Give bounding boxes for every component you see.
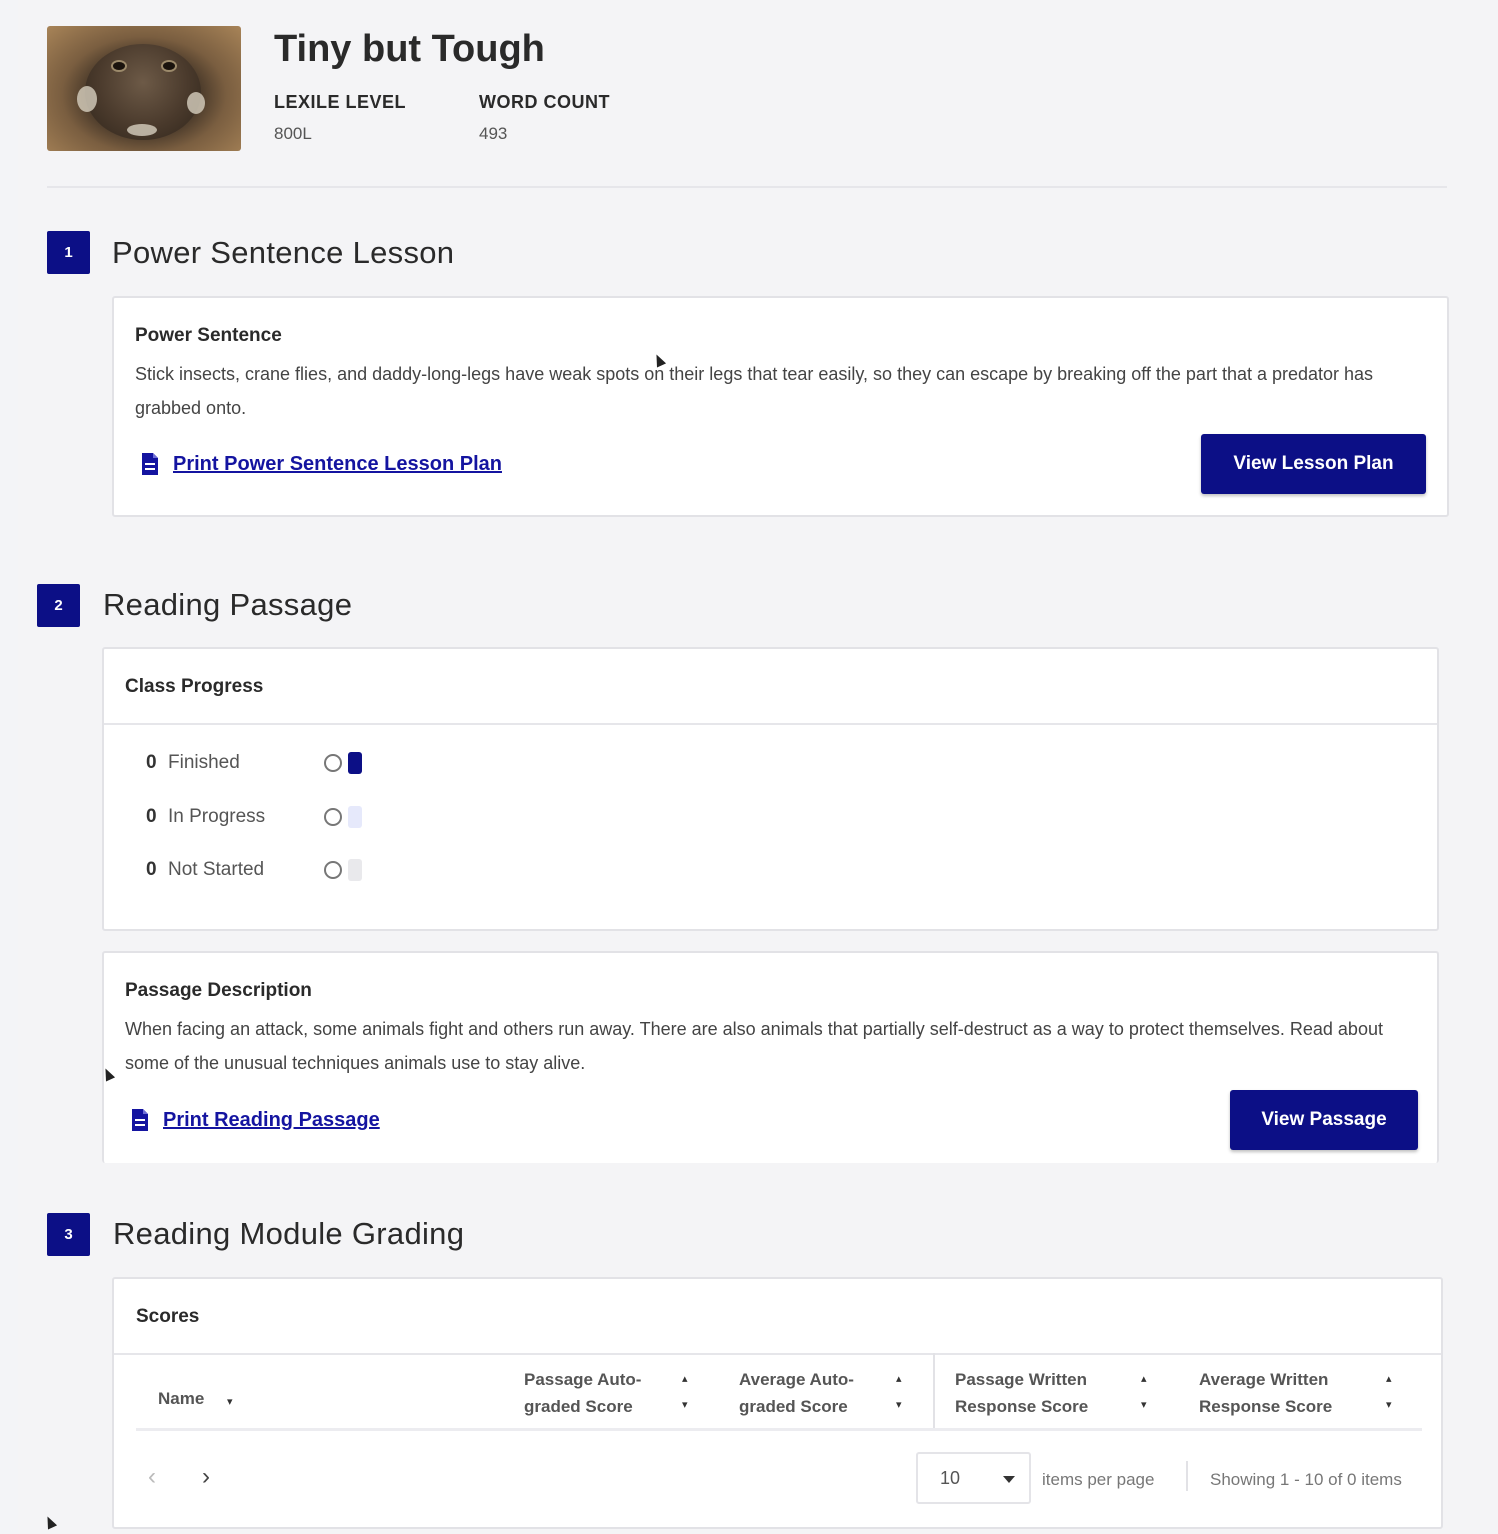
card-divider xyxy=(104,723,1437,725)
items-per-page-label: items per page xyxy=(1042,1470,1155,1489)
step-badge-3: 3 xyxy=(47,1213,90,1256)
header-divider xyxy=(47,186,1447,188)
col-header-label: Passage Written xyxy=(955,1370,1087,1389)
lexile-value: 800L xyxy=(274,124,312,143)
col-header-label: Average Written xyxy=(1199,1370,1329,1389)
power-sentence-card: Power Sentence Stick insects, crane flie… xyxy=(112,296,1449,517)
pager-summary: Showing 1 - 10 of 0 items xyxy=(1210,1470,1402,1489)
class-progress-heading: Class Progress xyxy=(125,676,264,697)
passage-description-card: Passage Description When facing an attac… xyxy=(102,951,1439,1163)
col-header-label: Response Score xyxy=(1199,1397,1333,1416)
scores-card: Scores Name ▾ Passage Auto- graded Score… xyxy=(112,1277,1443,1529)
passage-description-heading: Passage Description xyxy=(125,980,312,1001)
progress-label: Not Started xyxy=(168,859,265,880)
view-lesson-plan-button[interactable]: View Lesson Plan xyxy=(1201,434,1426,494)
print-reading-passage-link[interactable]: Print Reading Passage xyxy=(131,1108,380,1132)
sort-icon[interactable]: ▴ ▾ xyxy=(1141,1366,1147,1418)
word-count-value: 493 xyxy=(479,124,508,143)
col-header-name[interactable]: Name xyxy=(158,1385,204,1412)
progress-row-finished: 0 Finished xyxy=(146,752,362,774)
col-header-label: Response Score xyxy=(955,1397,1089,1416)
power-sentence-text: Stick insects, crane flies, and daddy-lo… xyxy=(135,364,1374,418)
col-header-average-written[interactable]: Average Written Response Score xyxy=(1199,1366,1332,1420)
frog-spot xyxy=(77,86,97,112)
progress-label: Finished xyxy=(168,752,240,773)
col-header-passage-auto[interactable]: Passage Auto- graded Score xyxy=(524,1366,641,1420)
sort-icon[interactable]: ▴ ▾ xyxy=(682,1366,688,1418)
sort-icon[interactable]: ▴ ▾ xyxy=(896,1366,902,1418)
sort-icon[interactable]: ▴ ▾ xyxy=(1386,1366,1392,1418)
class-progress-card: Class Progress 0 Finished 0 In Progress … xyxy=(102,647,1439,931)
progress-row-in-progress: 0 In Progress xyxy=(146,806,362,828)
card-divider xyxy=(114,1353,1441,1355)
chevron-down-icon xyxy=(1003,1476,1015,1483)
step-badge-2: 2 xyxy=(37,584,80,627)
passage-title: Tiny but Tough xyxy=(274,28,545,70)
progress-count: 0 xyxy=(146,752,157,773)
progress-row-not-started: 0 Not Started xyxy=(146,859,362,881)
section-title-power-sentence: Power Sentence Lesson xyxy=(112,235,455,270)
info-icon[interactable] xyxy=(324,808,342,826)
col-header-label: Passage Auto- xyxy=(524,1370,642,1389)
view-passage-button[interactable]: View Passage xyxy=(1230,1090,1418,1150)
progress-label: In Progress xyxy=(168,806,266,827)
section-title-reading-passage: Reading Passage xyxy=(103,587,353,622)
frog-eye xyxy=(161,60,177,72)
section-title-grading: Reading Module Grading xyxy=(113,1216,465,1251)
col-header-label: graded Score xyxy=(524,1397,633,1416)
frog-spot xyxy=(187,92,205,114)
print-reading-passage-label: Print Reading Passage xyxy=(163,1108,380,1131)
pager-next-button[interactable]: › xyxy=(202,1463,210,1491)
document-icon xyxy=(131,1108,149,1132)
frog-eye xyxy=(111,60,127,72)
progress-swatch-finished xyxy=(348,752,362,774)
power-sentence-heading: Power Sentence xyxy=(135,325,282,346)
progress-count: 0 xyxy=(146,859,157,880)
pager-divider xyxy=(1186,1461,1188,1491)
column-divider xyxy=(933,1353,935,1431)
info-icon[interactable] xyxy=(324,861,342,879)
pager-prev-button[interactable]: ‹ xyxy=(148,1463,156,1491)
items-per-page-select[interactable]: 10 xyxy=(916,1452,1031,1504)
col-header-label: Name xyxy=(158,1389,205,1408)
lexile-label: LEXILE LEVEL xyxy=(274,92,407,112)
sort-icon[interactable]: ▾ xyxy=(227,1389,233,1415)
passage-description-text: When facing an attack, some animals figh… xyxy=(125,1019,1383,1073)
progress-swatch-in-progress xyxy=(348,806,362,828)
print-lesson-plan-link[interactable]: Print Power Sentence Lesson Plan xyxy=(141,452,502,476)
info-icon[interactable] xyxy=(324,754,342,772)
col-header-average-auto[interactable]: Average Auto- graded Score xyxy=(739,1366,854,1420)
col-header-label: graded Score xyxy=(739,1397,848,1416)
scores-heading: Scores xyxy=(136,1306,200,1327)
col-header-label: Average Auto- xyxy=(739,1370,854,1389)
frog-spot xyxy=(127,124,157,136)
progress-swatch-not-started xyxy=(348,859,362,881)
table-header-underline xyxy=(136,1428,1422,1431)
passage-thumbnail xyxy=(47,26,241,151)
step-badge-1: 1 xyxy=(47,231,90,274)
items-per-page-value: 10 xyxy=(940,1467,961,1488)
document-icon xyxy=(141,452,159,476)
print-lesson-plan-label: Print Power Sentence Lesson Plan xyxy=(173,452,502,475)
progress-count: 0 xyxy=(146,806,157,827)
word-count-label: WORD COUNT xyxy=(479,92,610,112)
col-header-passage-written[interactable]: Passage Written Response Score xyxy=(955,1366,1088,1420)
